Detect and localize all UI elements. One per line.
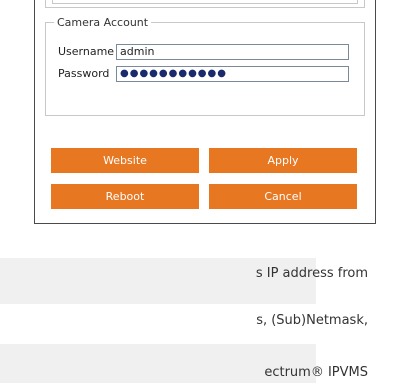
- camera-account-legend: Camera Account: [57, 16, 149, 29]
- username-field[interactable]: admin: [116, 43, 349, 60]
- password-label: Password: [58, 67, 110, 80]
- password-field[interactable]: ●●●●●●●●●●●: [116, 65, 349, 82]
- note-line-3: ectrum® IPVMS: [264, 365, 368, 380]
- cancel-button[interactable]: Cancel: [209, 184, 357, 209]
- username-row: Username admin: [58, 43, 349, 60]
- previous-settings-field: [52, 0, 358, 4]
- note-band-1: [0, 258, 316, 304]
- camera-account-group: Camera Account Username admin Password ●…: [45, 16, 365, 116]
- camera-settings-dialog: Camera Account Username admin Password ●…: [34, 0, 376, 224]
- previous-settings-group: [45, 0, 365, 8]
- reboot-button[interactable]: Reboot: [51, 184, 199, 209]
- website-button[interactable]: Website: [51, 148, 199, 173]
- note-line-1: s IP address from: [255, 266, 368, 281]
- password-row: Password ●●●●●●●●●●●: [58, 65, 349, 82]
- username-label: Username: [58, 45, 115, 58]
- apply-button[interactable]: Apply: [209, 148, 357, 173]
- note-line-2: s, (Sub)Netmask,: [256, 313, 368, 328]
